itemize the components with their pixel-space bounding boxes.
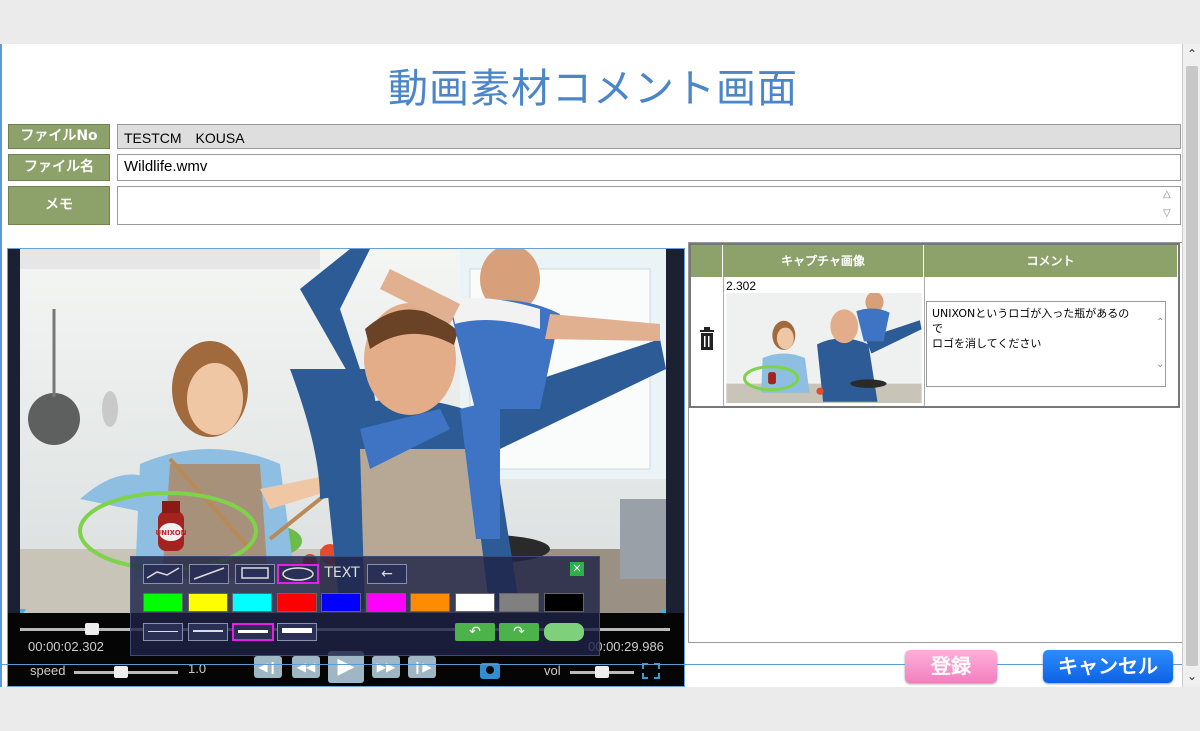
video-player[interactable]: UNIXON 00:00:02.302 00:00:29.986 speed 1…: [7, 248, 685, 687]
page-scrollbar[interactable]: ⌃ ⌄: [1182, 44, 1200, 687]
capture-thumbnail[interactable]: [726, 293, 922, 403]
rectangle-tool[interactable]: [235, 564, 275, 584]
divider-line: [2, 664, 1184, 665]
color-swatch[interactable]: [499, 593, 539, 612]
scroll-down-icon[interactable]: ⌄: [1183, 666, 1200, 686]
color-swatch[interactable]: [143, 593, 183, 612]
line-width-heavy[interactable]: [277, 623, 317, 641]
redo-icon[interactable]: ↷: [499, 623, 539, 641]
comment-scroll-up-icon[interactable]: ⌃: [1156, 317, 1164, 328]
scroll-thumb[interactable]: [1186, 66, 1198, 666]
scroll-up-icon[interactable]: ⌃: [1183, 44, 1200, 64]
speed-label: speed: [30, 663, 66, 678]
delete-trash-icon[interactable]: [698, 327, 716, 351]
app-window: 動画素材コメント画面 ファイルNo TESTCM KOUSA ファイル名 Wil…: [0, 44, 1184, 687]
color-swatch[interactable]: [188, 593, 228, 612]
color-swatch[interactable]: [366, 593, 406, 612]
comment-scroll-down-icon[interactable]: ⌄: [1156, 359, 1164, 370]
text-tool[interactable]: TEXT: [321, 564, 363, 584]
capture-comment[interactable]: UNIXONというロゴが入った瓶があるので ロゴを消してください: [926, 301, 1166, 387]
seek-thumb[interactable]: [85, 623, 99, 635]
camera-icon[interactable]: [480, 663, 500, 679]
volume-slider[interactable]: [570, 666, 634, 678]
cancel-button[interactable]: キャンセル: [1043, 650, 1173, 683]
color-swatch[interactable]: [321, 593, 361, 612]
eraser-icon[interactable]: [544, 623, 584, 641]
register-button[interactable]: 登録: [905, 650, 997, 683]
line-width-medium[interactable]: [188, 623, 228, 641]
fullscreen-icon[interactable]: [642, 663, 660, 679]
memo-label: メモ: [8, 186, 110, 225]
speed-thumb[interactable]: [114, 666, 128, 678]
line-tool[interactable]: [189, 564, 229, 584]
next-end-button[interactable]: ❙▶: [408, 656, 436, 678]
freehand-tool[interactable]: [143, 564, 183, 584]
volume-label: vol: [544, 663, 561, 678]
file-name-field[interactable]: Wildlife.wmv: [117, 154, 1181, 181]
table-header-comment: コメント: [924, 245, 1178, 277]
bottle-logo-text: UNIXON: [155, 529, 186, 537]
volume-thumb[interactable]: [595, 666, 609, 678]
fast-forward-button[interactable]: ▶▶: [372, 656, 400, 678]
file-no-field[interactable]: TESTCM KOUSA: [117, 124, 1181, 149]
memo-textarea[interactable]: [117, 186, 1181, 225]
undo-arrow-icon[interactable]: ←: [367, 564, 407, 584]
color-swatch[interactable]: [232, 593, 272, 612]
undo-icon[interactable]: ↶: [455, 623, 495, 641]
drawing-tools-panel: TEXT ← ✕ ↶ ↷: [130, 556, 600, 656]
color-swatch[interactable]: [410, 593, 450, 612]
memo-scroll-down-icon[interactable]: ▽: [1163, 208, 1171, 219]
memo-scroll-up-icon[interactable]: △: [1163, 189, 1171, 200]
prev-start-button[interactable]: ◀❙: [254, 656, 282, 678]
ellipse-tool[interactable]: [277, 564, 319, 584]
capture-time: 2.302: [726, 279, 757, 293]
close-icon[interactable]: ✕: [570, 562, 584, 576]
color-swatch[interactable]: [277, 593, 317, 612]
capture-panel: キャプチャ画像 コメント 2.302 UNIXONというロゴが入った瓶があるので…: [688, 242, 1183, 643]
rewind-button[interactable]: ◀◀: [292, 656, 320, 678]
table-row: 2.302 UNIXONというロゴが入った瓶があるので ロゴを消してください ⌃…: [691, 277, 1178, 406]
page-title: 動画素材コメント画面: [388, 66, 798, 112]
file-name-label: ファイル名: [8, 154, 110, 181]
current-time: 00:00:02.302: [28, 639, 104, 654]
table-header-capture: キャプチャ画像: [723, 245, 924, 277]
color-swatch[interactable]: [455, 593, 495, 612]
line-width-thin[interactable]: [143, 623, 183, 641]
capture-table: キャプチャ画像 コメント 2.302 UNIXONというロゴが入った瓶があるので…: [689, 243, 1180, 408]
file-no-label: ファイルNo: [8, 124, 110, 149]
speed-slider[interactable]: [74, 666, 178, 678]
line-width-thick[interactable]: [232, 623, 274, 641]
table-header-blank: [691, 245, 723, 277]
color-swatch[interactable]: [544, 593, 584, 612]
